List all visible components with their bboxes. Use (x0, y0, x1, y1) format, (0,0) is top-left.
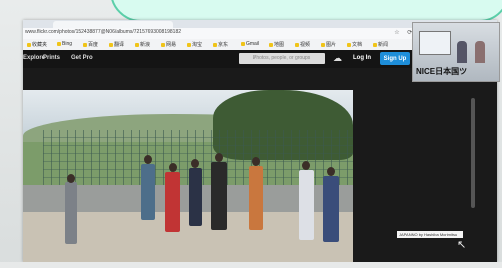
bookmark-item[interactable]: 百度 (83, 41, 98, 48)
bookmark-item[interactable]: 收藏夹 (27, 41, 47, 48)
bookmark-item[interactable]: 新浪 (135, 41, 150, 48)
bookmark-item[interactable]: 网易 (161, 41, 176, 48)
photo-person (211, 162, 227, 230)
login-link[interactable]: Log In (353, 55, 371, 61)
bookmark-item[interactable]: 翻译 (109, 41, 124, 48)
photo-person-head (191, 159, 199, 168)
bookmark-item[interactable]: 视频 (295, 41, 310, 48)
bookmark-item[interactable]: 文档 (347, 41, 362, 48)
content-area: JAPANNO by Hashiba Morimitsu ↖ (23, 68, 497, 262)
bookmark-item[interactable]: 图片 (321, 41, 336, 48)
scrollbar[interactable] (471, 98, 475, 208)
bookmark-item[interactable]: 淘宝 (187, 41, 202, 48)
nav-explore[interactable]: Explore (23, 55, 45, 61)
mouse-cursor-icon: ↖ (457, 239, 467, 251)
signup-button[interactable]: Sign Up (380, 52, 410, 65)
photo-person-head (252, 157, 260, 166)
upload-cloud-icon[interactable]: ☁ (333, 53, 342, 64)
photo-person (249, 166, 263, 230)
photo-person (323, 176, 339, 242)
photo-person-head (302, 161, 310, 170)
search-placeholder: Photos, people, or groups (253, 55, 311, 61)
bookmark-item[interactable]: 新闻 (373, 41, 388, 48)
main-photo[interactable] (23, 90, 353, 262)
active-tab[interactable] (53, 21, 173, 28)
photo-person (141, 164, 155, 220)
photo-person-head (144, 155, 152, 164)
bookmark-item[interactable]: Bing (57, 41, 72, 47)
photo-person (165, 172, 180, 232)
bookmark-item[interactable]: 地图 (269, 41, 284, 48)
nav-prints[interactable]: Prints (43, 55, 60, 61)
desk-edge (0, 262, 502, 268)
photo-person-head (215, 153, 223, 162)
bookmark-item[interactable]: Gmail (241, 41, 259, 47)
bookmark-item[interactable]: 京东 (213, 41, 228, 48)
photo-person-head (67, 174, 75, 183)
nav-get-pro[interactable]: Get Pro (71, 55, 93, 61)
photo-person (65, 182, 77, 244)
photo-person (299, 170, 314, 240)
photo-person-head (169, 163, 177, 172)
url-text[interactable]: www.flickr.com/photos/152438877@N06/albu… (25, 29, 181, 35)
photo-person-head (327, 167, 335, 176)
speech-bubble (110, 0, 502, 22)
webcam-overlay: NICE日本国ツ (412, 22, 500, 82)
webcam-person (475, 41, 485, 63)
webcam-label: NICE日本国ツ (416, 67, 468, 76)
webcam-whiteboard (419, 31, 451, 55)
search-input[interactable]: ⌕ Photos, people, or groups (239, 53, 325, 64)
photo-caption[interactable]: JAPANNO by Hashiba Morimitsu (397, 231, 463, 238)
photo-person (189, 168, 202, 226)
webcam-person (457, 41, 467, 63)
